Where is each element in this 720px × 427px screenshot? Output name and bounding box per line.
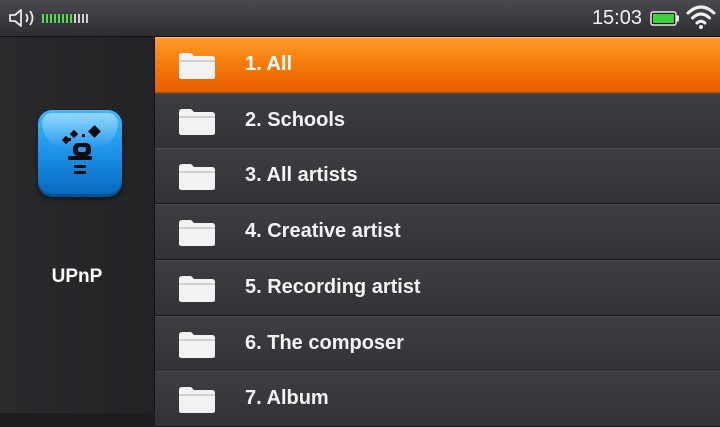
clock: 15:03	[591, 7, 642, 29]
menu-item[interactable]: 4. Creative artist	[155, 204, 720, 261]
menu-item-label: 1. All	[245, 53, 293, 75]
upnp-glyph-icon	[61, 125, 101, 174]
volume-bar	[78, 14, 80, 23]
menu-item[interactable]: 7. Album	[155, 371, 720, 427]
sidebar: UPnP	[0, 37, 155, 413]
volume-bar	[74, 14, 76, 23]
volume-bar	[50, 14, 52, 23]
volume-bar	[62, 14, 64, 23]
volume-bar	[70, 14, 72, 23]
menu-item-label: 7. Album	[245, 387, 329, 410]
menu-item-label: 6. The composer	[245, 331, 404, 354]
volume-bar	[86, 14, 88, 23]
volume-bar	[46, 14, 48, 23]
volume-bar	[54, 14, 56, 23]
volume-level-indicator[interactable]	[42, 14, 88, 23]
folder-icon	[179, 275, 215, 302]
menu-item[interactable]: 1. All	[155, 37, 720, 93]
volume-bar	[42, 14, 44, 23]
app-label: UPnP	[51, 266, 103, 287]
menu-item-label: 2. Schools	[245, 108, 346, 131]
folder-icon	[179, 220, 215, 247]
folder-icon	[179, 53, 215, 79]
menu-list: 1. All 2. Schools 3. All artists 4. Creativ…	[155, 37, 720, 427]
menu-item-label: 5. Recording artist	[245, 275, 421, 298]
menu-item[interactable]: 2. Schools	[155, 92, 720, 149]
wifi-icon	[686, 5, 716, 29]
volume-bar	[82, 14, 84, 23]
upnp-icon[interactable]	[38, 110, 122, 194]
volume-bar	[66, 14, 68, 23]
speaker-icon[interactable]	[8, 8, 38, 28]
menu-item[interactable]: 6. The composer	[155, 315, 720, 372]
menu-item[interactable]: 3. All artists	[155, 148, 720, 205]
folder-icon	[179, 331, 215, 358]
folder-icon	[179, 387, 215, 414]
volume-bar	[58, 14, 60, 23]
menu-item-label: 3. All artists	[245, 164, 358, 187]
battery-icon	[650, 11, 679, 26]
menu-item-label: 4. Creative artist	[245, 220, 401, 243]
folder-icon	[179, 164, 215, 191]
folder-icon	[179, 108, 215, 135]
menu-item[interactable]: 5. Recording artist	[155, 259, 720, 316]
status-bar: 15:03	[0, 0, 720, 37]
